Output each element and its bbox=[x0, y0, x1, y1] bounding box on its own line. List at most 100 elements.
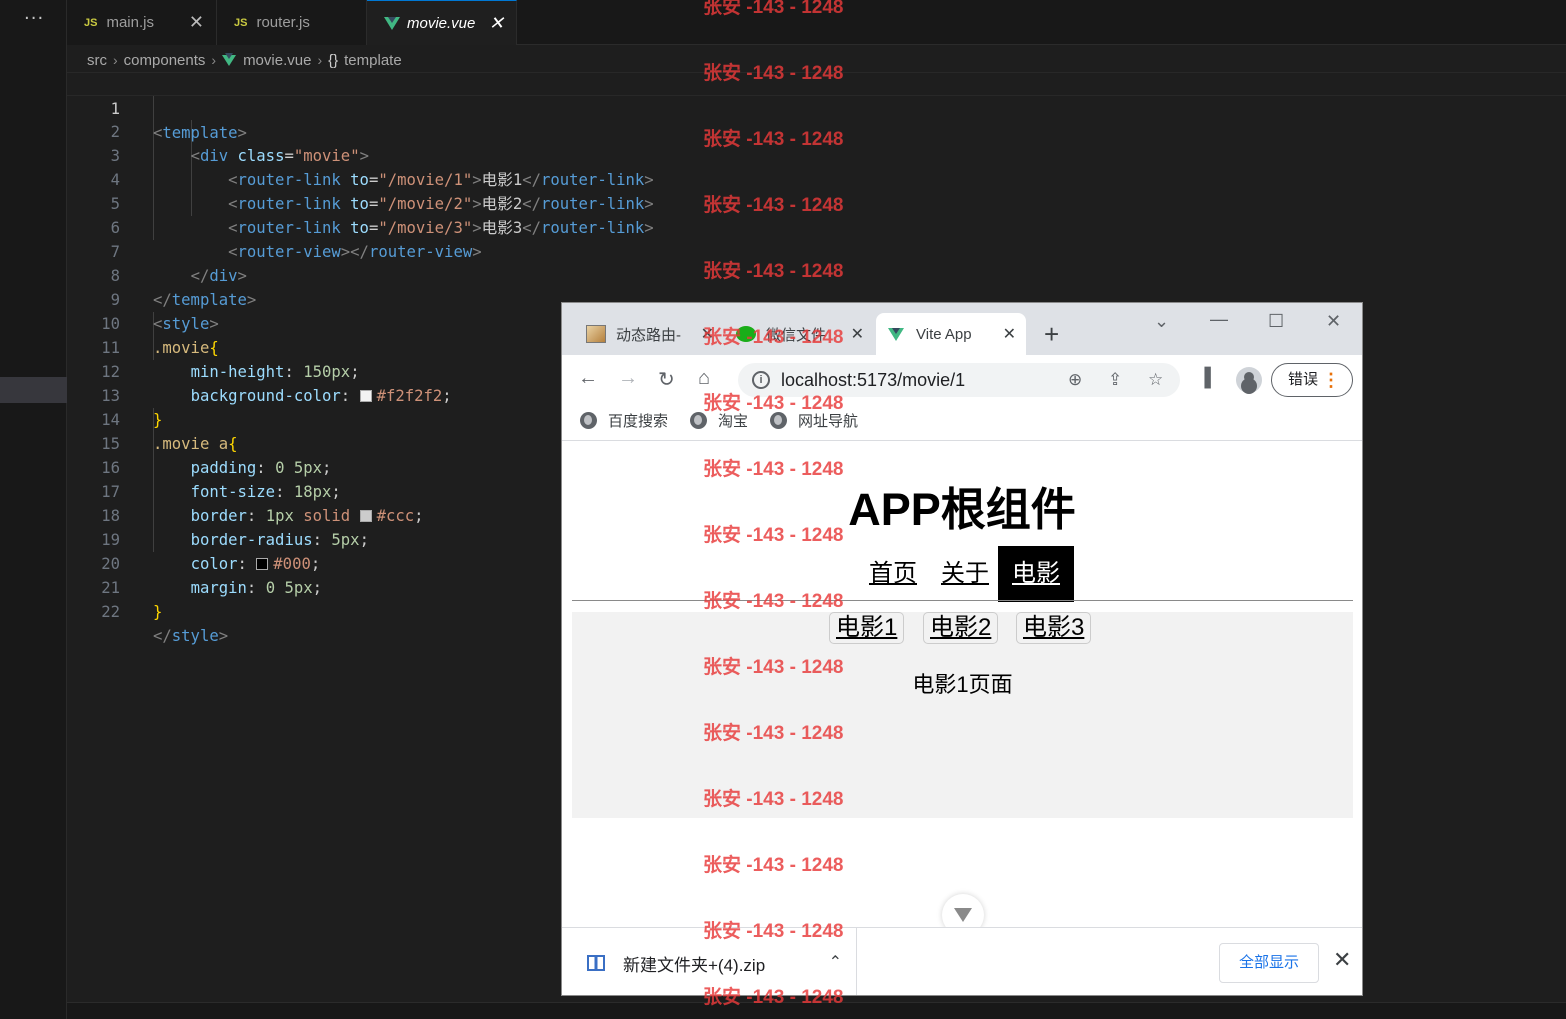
tab-movie-vue[interactable]: movie.vue ✕ bbox=[367, 0, 517, 45]
page-content: APP根组件 首页 关于 电影 电影1 电影2 电影3 电影1页面 bbox=[562, 442, 1362, 936]
browser-toolbar: ← → ↻ ⌂ i localhost:5173/movie/1 ⊕ ⇪ ☆ ▐… bbox=[562, 355, 1362, 403]
maximize-icon[interactable]: ☐ bbox=[1268, 311, 1284, 332]
address-bar[interactable]: i localhost:5173/movie/1 ⊕ ⇪ ☆ bbox=[738, 363, 1180, 397]
close-icon[interactable]: ✕ bbox=[1003, 324, 1016, 344]
menu-dots-icon: ⋮ bbox=[1322, 370, 1340, 390]
nav-link-about[interactable]: 关于 bbox=[927, 546, 1003, 602]
code-line[interactable]: 2 <div class="movie"> bbox=[67, 96, 1566, 165]
activity-highlight bbox=[0, 377, 67, 403]
browser-tab-dynamic-route[interactable]: 动态路由- ✕ bbox=[574, 313, 724, 355]
tab-label: movie.vue bbox=[407, 14, 476, 32]
js-file-icon: JS bbox=[234, 16, 248, 29]
editor-tab-bar: JS main.js ✕ JS router.js movie.vue ✕ bbox=[67, 0, 1566, 45]
close-icon[interactable]: ✕ bbox=[489, 13, 504, 34]
bookmark-label: 网址导航 bbox=[798, 413, 859, 430]
download-item[interactable]: 新建文件夹+(4).zip ⌃ bbox=[587, 928, 857, 995]
status-bar bbox=[67, 1002, 1566, 1019]
nav-link-movie[interactable]: 电影 bbox=[998, 546, 1074, 602]
movie-link-2[interactable]: 电影2 bbox=[923, 612, 999, 644]
breadcrumb-symbol[interactable]: template bbox=[344, 52, 402, 69]
download-filename: 新建文件夹+(4).zip bbox=[623, 955, 766, 975]
more-actions-icon[interactable]: ··· bbox=[24, 8, 44, 29]
bookmark-nav[interactable]: 网址导航 bbox=[770, 410, 858, 431]
browser-tab-wechat-file[interactable]: 微信文件 ✕ bbox=[724, 313, 874, 355]
nav-link-home[interactable]: 首页 bbox=[855, 546, 931, 602]
error-button-label: 错误 bbox=[1288, 371, 1319, 388]
browser-tab-label: 微信文件 bbox=[766, 326, 827, 344]
close-icon[interactable]: ✕ bbox=[701, 324, 714, 344]
tab-router-js[interactable]: JS router.js bbox=[217, 0, 367, 45]
chevron-right-icon: › bbox=[211, 52, 217, 68]
bookmark-label: 百度搜索 bbox=[608, 413, 669, 430]
code-line[interactable]: 1 <template> bbox=[67, 72, 1566, 142]
bookmark-baidu[interactable]: 百度搜索 bbox=[580, 410, 668, 431]
tab-label: main.js bbox=[106, 14, 154, 31]
close-icon[interactable]: ✕ bbox=[851, 324, 864, 344]
new-tab-icon[interactable]: + bbox=[1044, 319, 1059, 350]
breadcrumb-file[interactable]: movie.vue bbox=[243, 52, 311, 69]
browser-tab-label: Vite App bbox=[916, 325, 972, 343]
breadcrumb-components[interactable]: components bbox=[124, 52, 206, 69]
globe-icon bbox=[690, 412, 707, 429]
chevron-up-icon[interactable]: ⌃ bbox=[829, 952, 842, 972]
back-icon[interactable]: ← bbox=[578, 367, 598, 390]
bookmark-star-icon[interactable]: ☆ bbox=[1148, 370, 1163, 390]
site-info-icon[interactable]: i bbox=[752, 371, 770, 389]
forward-icon[interactable]: → bbox=[618, 367, 638, 390]
braces-icon: {} bbox=[328, 51, 339, 69]
reload-icon[interactable]: ↻ bbox=[658, 367, 675, 392]
share-icon[interactable]: ⇪ bbox=[1108, 370, 1122, 390]
bookmark-taobao[interactable]: 淘宝 bbox=[690, 410, 748, 431]
tab-search-chevron-icon[interactable]: ⌄ bbox=[1154, 311, 1169, 332]
movie-container: 电影1 电影2 电影3 电影1页面 bbox=[572, 612, 1353, 818]
movie-link-3[interactable]: 电影3 bbox=[1016, 612, 1092, 644]
code-line[interactable]: 3 <router-link to="/movie/1">电影1</router… bbox=[67, 120, 1566, 189]
globe-icon bbox=[580, 412, 597, 429]
vue-favicon-icon bbox=[888, 327, 904, 341]
browser-window: 动态路由- ✕ 微信文件 ✕ Vite App ✕ + ⌄ — ☐ ✕ ← → … bbox=[561, 302, 1363, 996]
activity-bar: ··· bbox=[0, 0, 67, 1019]
globe-icon bbox=[770, 412, 787, 429]
bookmark-label: 淘宝 bbox=[718, 413, 749, 430]
browser-tab-label: 动态路由- bbox=[616, 326, 681, 344]
wechat-icon bbox=[736, 326, 756, 342]
code-text: } bbox=[153, 603, 163, 621]
breadcrumb: src › components › movie.vue › {} templa… bbox=[87, 49, 402, 71]
movie-page-text: 电影1页面 bbox=[912, 672, 1013, 697]
vue-file-icon bbox=[384, 16, 400, 30]
code-line[interactable]: 9 <style> bbox=[67, 264, 1566, 333]
divider bbox=[572, 600, 1353, 601]
browser-tab-vite-app[interactable]: Vite App ✕ bbox=[876, 313, 1026, 355]
url-text[interactable]: localhost:5173/movie/1 bbox=[781, 370, 965, 391]
bookmarks-bar: 百度搜索 淘宝 网址导航 bbox=[562, 403, 1362, 441]
code-line[interactable]: 7 </div> bbox=[67, 216, 1566, 285]
code-line[interactable]: 6 <router-view></router-view> bbox=[67, 192, 1566, 261]
home-icon[interactable]: ⌂ bbox=[698, 367, 710, 390]
close-icon[interactable]: ✕ bbox=[1333, 947, 1351, 973]
show-all-button[interactable]: 全部显示 bbox=[1219, 943, 1319, 983]
code-line[interactable]: 5 <router-link to="/movie/3">电影3</router… bbox=[67, 168, 1566, 237]
window-close-icon[interactable]: ✕ bbox=[1326, 311, 1341, 332]
close-icon[interactable]: ✕ bbox=[189, 12, 204, 33]
error-button[interactable]: 错误 ⋮ bbox=[1271, 363, 1353, 397]
line-number: 22 bbox=[101, 603, 120, 621]
tab-main-js[interactable]: JS main.js ✕ bbox=[67, 0, 217, 45]
breadcrumb-src[interactable]: src bbox=[87, 52, 107, 69]
chevron-right-icon: › bbox=[317, 52, 323, 68]
movie-link-1[interactable]: 电影1 bbox=[829, 612, 905, 644]
minimize-icon[interactable]: — bbox=[1210, 309, 1228, 330]
image-favicon-icon bbox=[586, 325, 606, 343]
zoom-icon[interactable]: ⊕ bbox=[1068, 370, 1082, 390]
profile-avatar[interactable] bbox=[1236, 367, 1262, 393]
code-line[interactable]: 8 </template> bbox=[67, 240, 1566, 309]
side-panel-icon[interactable]: ▐ bbox=[1198, 367, 1211, 388]
download-bar: 新建文件夹+(4).zip ⌃ 全部显示 ✕ bbox=[562, 927, 1362, 995]
vue-file-icon bbox=[222, 52, 237, 66]
chevron-right-icon: › bbox=[113, 52, 118, 68]
page-title: APP根组件 bbox=[848, 484, 1076, 535]
js-file-icon: JS bbox=[84, 16, 98, 29]
code-line[interactable]: 4 <router-link to="/movie/2">电影2</router… bbox=[67, 144, 1566, 213]
browser-tab-strip: 动态路由- ✕ 微信文件 ✕ Vite App ✕ + ⌄ — ☐ ✕ bbox=[562, 303, 1362, 355]
zip-file-icon bbox=[587, 955, 605, 971]
tab-label: router.js bbox=[256, 14, 310, 31]
